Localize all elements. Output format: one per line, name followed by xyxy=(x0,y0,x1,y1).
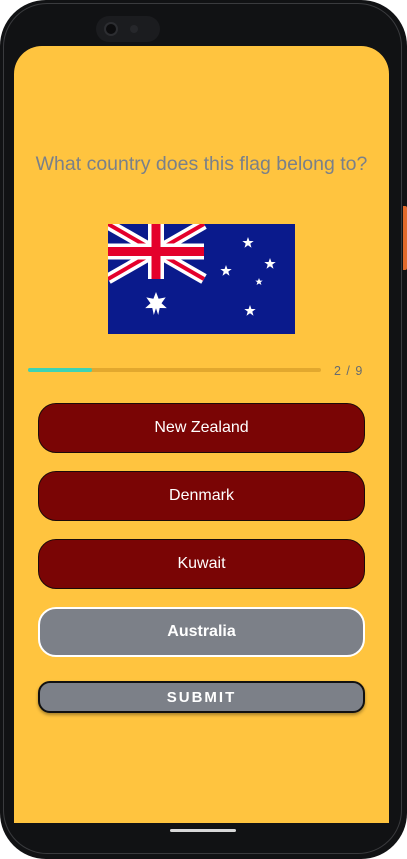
quiz-screen: What country does this flag belong to? 2… xyxy=(14,46,389,823)
sensor-icon xyxy=(130,25,138,33)
progress-bar-fill xyxy=(28,368,93,372)
option-kuwait-button[interactable]: Kuwait xyxy=(38,539,365,589)
progress-bar xyxy=(28,368,321,372)
option-label: New Zealand xyxy=(154,419,249,436)
option-denmark-button[interactable]: Denmark xyxy=(38,471,365,521)
option-new-zealand-button[interactable]: New Zealand xyxy=(38,403,365,453)
option-label: Kuwait xyxy=(177,555,226,572)
option-label: Denmark xyxy=(169,487,234,504)
australia-flag-icon xyxy=(108,224,295,334)
submit-button[interactable]: SUBMIT xyxy=(38,681,365,713)
question-text: What country does this flag belong to? xyxy=(35,153,368,175)
progress-counter: 2 / 9 xyxy=(334,364,364,378)
power-button xyxy=(403,206,407,270)
camera-icon xyxy=(104,22,118,36)
phone-frame: What country does this flag belong to? 2… xyxy=(0,0,407,859)
home-indicator[interactable] xyxy=(170,829,236,832)
option-label: Australia xyxy=(167,623,236,640)
option-australia-button[interactable]: Australia xyxy=(38,607,365,657)
